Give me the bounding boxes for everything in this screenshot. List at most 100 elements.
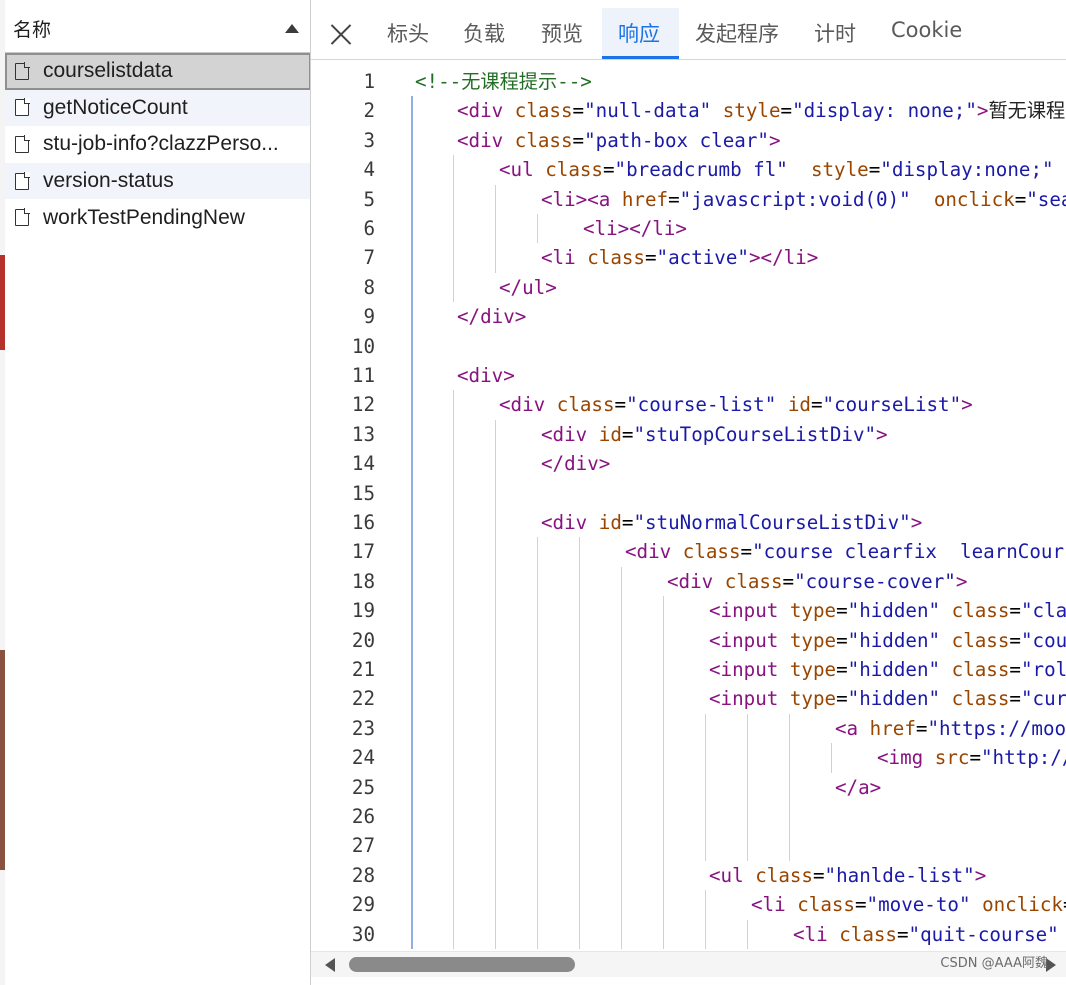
code-text: <img src="http://p [877, 746, 1066, 770]
code-line: 12 <div class="course-list" id="courseLis… [311, 390, 1066, 420]
code-line: 28 <ul class="hanlde-list"> [311, 860, 1066, 891]
line-number: 28 [351, 863, 375, 887]
code-line: 4 <ul class="breadcrumb fl" style="displa… [311, 155, 1066, 185]
indent-guide [453, 478, 454, 508]
request-item[interactable]: stu-job-info?clazzPerso... [5, 126, 311, 163]
indent-guide [579, 596, 580, 626]
tab-initiator[interactable]: 发起程序 [695, 18, 779, 48]
indent-guide [747, 919, 748, 949]
code-text: <li class="quit-course" onc [793, 922, 1059, 946]
indent-guide [411, 243, 413, 273]
indent-guide [663, 625, 664, 655]
indent-guide [411, 802, 413, 832]
indent-guide [411, 831, 413, 861]
indent-guide [663, 684, 664, 714]
indent-guide [495, 449, 496, 479]
indent-guide [579, 860, 580, 891]
indent-guide [705, 831, 706, 861]
indent-guide [621, 655, 622, 685]
code-line: 2 <div class="null-data" style="display: … [311, 96, 1066, 126]
request-item[interactable]: getNoticeCount [5, 89, 311, 127]
name-column-header[interactable]: 名称 [5, 0, 311, 53]
indent-guide [495, 243, 496, 273]
indent-guide [453, 508, 454, 538]
indent-guide [621, 566, 622, 597]
tab-timing[interactable]: 计时 [814, 18, 856, 48]
tab-response[interactable]: 响应 [618, 18, 660, 48]
code-text: <input type="hidden" class="courseI [709, 628, 1066, 652]
indent-guide [663, 919, 664, 949]
indent-guide [411, 537, 413, 567]
document-icon [15, 98, 30, 117]
code-line: 3 <div class="path-box clear"> [311, 125, 1066, 156]
code-text: <li><a href="javascript:void(0)" onclick… [541, 187, 1066, 211]
indent-guide [495, 802, 496, 832]
request-item[interactable]: version-status [5, 162, 311, 200]
indent-guide [579, 743, 580, 773]
indent-guide [537, 890, 538, 920]
indent-guide [411, 214, 413, 244]
indent-guide [453, 890, 454, 920]
indent-guide [453, 802, 454, 832]
horizontal-scrollbar[interactable]: CSDN @AAA阿魏 [311, 951, 1066, 977]
response-code-viewer[interactable]: 1 <!--无课程提示--> 2 <div class="null-data" sty… [311, 61, 1066, 951]
code-line: 14 </div> [311, 449, 1066, 479]
indent-guide [495, 625, 496, 655]
indent-guide [495, 684, 496, 714]
request-list-panel: 名称 courselistdata getNoticeCount stu-job-i… [5, 0, 311, 985]
indent-guide [453, 390, 454, 420]
code-line: 30 <li class="quit-course" onc [311, 919, 1066, 949]
scroll-left-arrow-icon[interactable] [325, 958, 335, 972]
line-number: 8 [363, 275, 375, 299]
indent-guide [747, 743, 748, 773]
line-number: 3 [363, 128, 375, 152]
indent-guide [663, 655, 664, 685]
indent-guide [663, 596, 664, 626]
tab-preview[interactable]: 预览 [541, 18, 583, 48]
active-tab-underline [602, 56, 679, 59]
code-line: 27 [311, 831, 1066, 861]
code-line: 22 <input type="hidden" class="curPers [311, 684, 1066, 714]
indent-guide [579, 566, 580, 597]
line-number: 15 [351, 481, 375, 505]
indent-guide [537, 566, 538, 597]
code-line: 19 <input type="hidden" class="clazzId [311, 596, 1066, 626]
indent-guide [495, 419, 496, 450]
document-icon [15, 61, 30, 80]
indent-guide [453, 155, 454, 185]
indent-guide [537, 655, 538, 685]
line-number: 29 [351, 893, 375, 917]
line-number: 12 [351, 393, 375, 417]
indent-guide [411, 772, 413, 802]
code-text: <div id="stuTopCourseListDiv"> [541, 422, 888, 446]
request-item[interactable]: workTestPendingNew [5, 199, 311, 236]
indent-guide [495, 860, 496, 891]
scrollbar-thumb[interactable] [349, 957, 575, 972]
indent-guide [663, 890, 664, 920]
tab-cookie[interactable]: Cookie [891, 18, 962, 42]
close-icon[interactable] [329, 22, 353, 46]
sort-ascending-icon[interactable] [285, 24, 299, 33]
code-line: 11 <div> [311, 361, 1066, 391]
indent-guide [747, 802, 748, 832]
indent-guide [621, 919, 622, 949]
indent-guide [537, 713, 538, 744]
indent-guide [453, 449, 454, 479]
tab-payload[interactable]: 负载 [463, 18, 505, 48]
indent-guide [411, 566, 413, 597]
tab-headers[interactable]: 标头 [387, 18, 429, 48]
indent-guide [705, 890, 706, 920]
indent-guide [411, 890, 413, 920]
indent-guide [411, 508, 413, 538]
indent-guide [453, 743, 454, 773]
indent-guide [789, 772, 790, 802]
indent-guide [579, 772, 580, 802]
line-number: 14 [351, 452, 375, 476]
code-line: 10 [311, 331, 1066, 361]
code-line: 23 <a href="https://mooc1 [311, 713, 1066, 744]
code-line: 6 <li></li> [311, 214, 1066, 244]
code-line: 5 <li><a href="javascript:void(0)" onclic… [311, 184, 1066, 214]
request-item[interactable]: courselistdata [5, 53, 311, 90]
code-text: </ul> [499, 275, 557, 299]
indent-guide [831, 743, 832, 773]
